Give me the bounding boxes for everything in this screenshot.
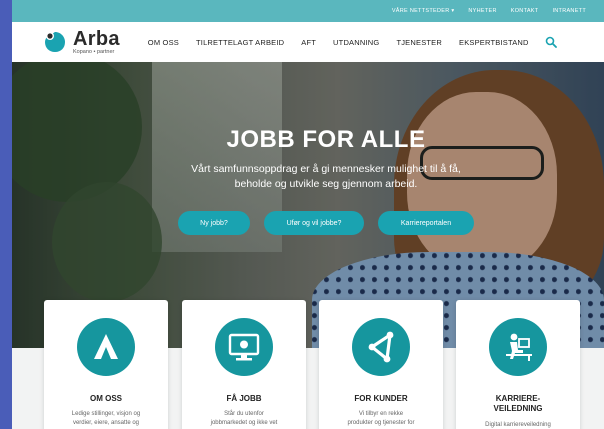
card-text-line-1: Ledige stillinger, visjon og <box>71 411 141 418</box>
card-title-line-1: KARRIERE- <box>495 394 541 403</box>
hero-subtitle-line-2: beholde og utvikle seg gjennom arbeid. <box>234 177 418 190</box>
computer-monitor-icon <box>215 318 273 376</box>
person-at-desk-icon <box>489 318 547 376</box>
arba-a-icon <box>77 318 135 376</box>
util-link-news[interactable]: NYHETER <box>468 8 496 14</box>
arba-logo-icon <box>45 32 65 52</box>
card-text: Står du utenfor jobbmarkedet og ikke vet <box>195 410 294 428</box>
browser-page: VÅRE NETTSTEDER ▾ NYHETER KONTAKT INTRAN… <box>12 0 604 429</box>
nav-item-tjenester[interactable]: TJENESTER <box>396 38 442 47</box>
main-navbar: Arba Kopano • partner OM OSS TILRETTELAG… <box>12 22 604 62</box>
share-network-icon <box>352 318 410 376</box>
card-text-line-2: jobbmarkedet og ikke vet <box>210 420 278 427</box>
hero-subtitle-line-1: Vårt samfunnsoppdrag er å gi mennesker m… <box>191 163 461 175</box>
nav-item-aft[interactable]: AFT <box>301 38 316 47</box>
card-title: OM OSS <box>89 394 122 403</box>
card-om-oss[interactable]: OM OSS Ledige stillinger, visjon og verd… <box>44 300 168 429</box>
card-text-line-1: Står du utenfor <box>224 411 264 418</box>
hero-title: JOBB FOR ALLE <box>226 126 426 153</box>
util-link-sites[interactable]: VÅRE NETTSTEDER ▾ <box>392 8 455 14</box>
nav-item-om-oss[interactable]: OM OSS <box>148 38 179 47</box>
new-job-button[interactable]: Ny jobb? <box>178 211 250 236</box>
card-title-line-2: VEILEDNING <box>493 404 543 414</box>
card-text-line-1: Vi tilbyr en rekke <box>358 411 404 418</box>
card-text: Vi tilbyr en rekke produkter og tjeneste… <box>331 410 430 428</box>
utility-bar: VÅRE NETTSTEDER ▾ NYHETER KONTAKT INTRAN… <box>12 0 604 22</box>
card-text-line-2: produkter og tjenester for <box>347 420 415 427</box>
card-karriereveiledning[interactable]: KARRIERE- VEILEDNING Digital karrierevei… <box>456 300 580 429</box>
disabled-want-work-button[interactable]: Ufør og vil jobbe? <box>264 211 364 236</box>
util-link-intranet[interactable]: INTRANETT <box>552 8 586 14</box>
card-text-line-1: Digital karriereveiledning <box>485 421 551 428</box>
nav-menu: OM OSS TILRETTELAGT ARBEID AFT UTDANNING… <box>148 38 529 47</box>
logo-name: Arba <box>73 27 120 50</box>
card-title: KARRIERE- VEILEDNING <box>494 394 543 415</box>
util-link-contact[interactable]: KONTAKT <box>511 8 539 14</box>
card-row: OM OSS Ledige stillinger, visjon og verd… <box>12 300 604 429</box>
nav-item-utdanning[interactable]: UTDANNING <box>333 38 379 47</box>
hero-subtitle: Vårt samfunnsoppdrag er å gi mennesker m… <box>48 162 604 191</box>
card-for-kunder[interactable]: FOR KUNDER Vi tilbyr en rekke produkter … <box>319 300 443 429</box>
site-logo[interactable]: Arba Kopano • partner <box>42 29 120 56</box>
nav-item-tilrettelagt-arbeid[interactable]: TILRETTELAGT ARBEID <box>196 38 284 47</box>
card-text: Digital karriereveiledning <box>469 421 567 429</box>
search-icon[interactable] <box>545 36 557 48</box>
card-title: FÅ JOBB <box>226 394 262 403</box>
logo-tagline: Kopano • partner <box>73 48 115 55</box>
card-text-line-2: verdier, eiere, ansatte og <box>72 420 140 427</box>
card-title: FOR KUNDER <box>354 394 408 403</box>
career-portal-button[interactable]: Karriereportalen <box>378 211 474 236</box>
card-text: Ledige stillinger, visjon og verdier, ei… <box>56 410 156 428</box>
card-fa-jobb[interactable]: FÅ JOBB Står du utenfor jobbmarkedet og … <box>182 300 306 429</box>
hero-buttons: Ny jobb? Ufør og vil jobbe? Karriereport… <box>48 211 604 236</box>
nav-item-ekspertbistand[interactable]: EKSPERTBISTAND <box>459 38 529 47</box>
hero-content: JOBB FOR ALLE Vårt samfunnsoppdrag er å … <box>12 126 604 236</box>
